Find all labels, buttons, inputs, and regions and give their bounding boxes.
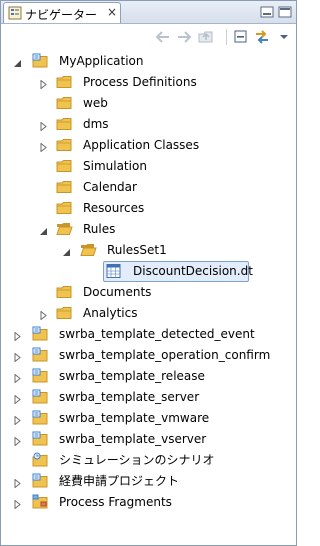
collapse-triangle-icon[interactable]: [13, 498, 22, 510]
project-folder-icon: [32, 347, 49, 363]
expand-triangle-icon[interactable]: [13, 57, 22, 67]
project-folder-icon: [32, 326, 49, 342]
folder-icon: [56, 74, 73, 90]
tree-item[interactable]: Analytics: [1, 303, 296, 324]
expand-triangle-icon[interactable]: [39, 225, 48, 235]
tree-item[interactable]: swrba_template_vserver: [1, 429, 296, 450]
tree-item[interactable]: dms: [1, 114, 296, 135]
tree-item-label: dms: [83, 117, 109, 131]
collapse-triangle-icon[interactable]: [39, 78, 48, 90]
folder-icon: [56, 158, 73, 174]
collapse-triangle-icon[interactable]: [13, 414, 22, 426]
tree-item-label: DiscountDecision.dt: [133, 264, 253, 278]
folder-icon: [56, 95, 73, 111]
navigator-view: ナビゲーター × MyApplication Process Definitio…: [0, 0, 297, 546]
simulation-project-icon: [32, 452, 49, 468]
tree-item[interactable]: DiscountDecision.dt: [1, 261, 296, 282]
folder-icon: [56, 137, 73, 153]
folder-icon: [56, 116, 73, 132]
tree-item-label: Resources: [83, 201, 145, 215]
tree-item[interactable]: swrba_template_operation_confirm: [1, 345, 296, 366]
tree-item[interactable]: Resources: [1, 198, 296, 219]
folder-icon: [56, 179, 73, 195]
collapse-triangle-icon[interactable]: [39, 141, 48, 153]
tree-item[interactable]: Application Classes: [1, 135, 296, 156]
view-tab-bar: ナビゲーター ×: [1, 1, 296, 24]
view-menu-icon[interactable]: [275, 29, 293, 45]
tree-item[interactable]: swrba_template_detected_event: [1, 324, 296, 345]
tree-item-label: swrba_template_server: [59, 390, 200, 404]
tree-item[interactable]: RulesSet1: [1, 240, 296, 261]
project-folder-icon: [32, 368, 49, 384]
tree-item[interactable]: swrba_template_release: [1, 366, 296, 387]
view-toolbar: [1, 24, 296, 50]
collapse-triangle-icon[interactable]: [13, 435, 22, 447]
tree-item[interactable]: swrba_template_server: [1, 387, 296, 408]
collapse-triangle-icon[interactable]: [13, 393, 22, 405]
forward-arrow-icon[interactable]: [175, 29, 193, 45]
expand-triangle-icon[interactable]: [62, 246, 71, 256]
project-folder-icon: [32, 410, 49, 426]
tree-item[interactable]: MyApplication: [1, 51, 296, 72]
tree-item-label: Documents: [83, 285, 152, 299]
tree-item[interactable]: Rules: [1, 219, 296, 240]
tree-item-label: Process Definitions: [83, 75, 197, 89]
tree-item-label: swrba_template_release: [59, 369, 205, 383]
project-folder-icon: [32, 473, 49, 489]
tree-item-label: MyApplication: [59, 54, 144, 68]
tree-item-label: Calendar: [83, 180, 137, 194]
collapse-all-icon[interactable]: [232, 29, 250, 45]
collapse-triangle-icon[interactable]: [13, 351, 22, 363]
tree-item[interactable]: Process Definitions: [1, 72, 296, 93]
collapse-triangle-icon[interactable]: [13, 330, 22, 342]
tree-item-label: Analytics: [83, 306, 138, 320]
tree-item[interactable]: Documents: [1, 282, 296, 303]
collapse-triangle-icon[interactable]: [39, 120, 48, 132]
tree-item[interactable]: web: [1, 93, 296, 114]
folder-icon: [56, 305, 73, 321]
tab-label: ナビゲーター: [25, 8, 98, 22]
maximize-icon[interactable]: [277, 4, 293, 20]
decision-table-file-icon: [105, 263, 122, 279]
tree-item-label: swrba_template_operation_confirm: [59, 348, 271, 362]
navigator-icon: [8, 6, 22, 20]
tree-item[interactable]: swrba_template_vmware: [1, 408, 296, 429]
project-folder-icon: [32, 431, 49, 447]
tree-item-label: Rules: [83, 222, 116, 236]
tree-item-label: 経費申請プロジェクト: [59, 474, 180, 488]
tree-item-label: swrba_template_vserver: [59, 432, 207, 446]
tree-item-label: シミュレーションのシナリオ: [59, 453, 215, 467]
tree-item[interactable]: Process Fragments: [1, 492, 296, 513]
project-folder-icon: [32, 389, 49, 405]
open-folder-icon: [80, 242, 97, 258]
tree-item-label: Process Fragments: [59, 495, 172, 509]
folder-icon: [56, 200, 73, 216]
tree-item[interactable]: Calendar: [1, 177, 296, 198]
minimize-icon[interactable]: [259, 4, 275, 20]
tree-item-label: Simulation: [83, 159, 147, 173]
open-folder-icon: [56, 221, 73, 237]
tree-item[interactable]: シミュレーションのシナリオ: [1, 450, 296, 471]
tree-item[interactable]: 経費申請プロジェクト: [1, 471, 296, 492]
folder-icon: [56, 284, 73, 300]
tree-item-label: swrba_template_vmware: [59, 411, 210, 425]
toolbar-separator: [226, 29, 227, 45]
tree-item-label: swrba_template_detected_event: [59, 327, 255, 341]
collapse-triangle-icon[interactable]: [39, 309, 48, 321]
project-folder-icon: [32, 53, 49, 69]
tree-item[interactable]: Simulation: [1, 156, 296, 177]
close-icon[interactable]: ×: [105, 5, 119, 19]
collapse-triangle-icon[interactable]: [13, 372, 22, 384]
tab-navigator[interactable]: ナビゲーター ×: [3, 2, 121, 23]
tree-item-label: Application Classes: [83, 138, 200, 152]
up-folder-icon[interactable]: [197, 29, 215, 45]
link-with-editor-icon[interactable]: [253, 29, 271, 45]
tree-item-label: web: [83, 96, 108, 110]
collapse-triangle-icon[interactable]: [13, 477, 22, 489]
back-arrow-icon[interactable]: [154, 29, 172, 45]
process-fragments-icon: [32, 494, 49, 510]
tree-item-label: RulesSet1: [107, 243, 167, 257]
